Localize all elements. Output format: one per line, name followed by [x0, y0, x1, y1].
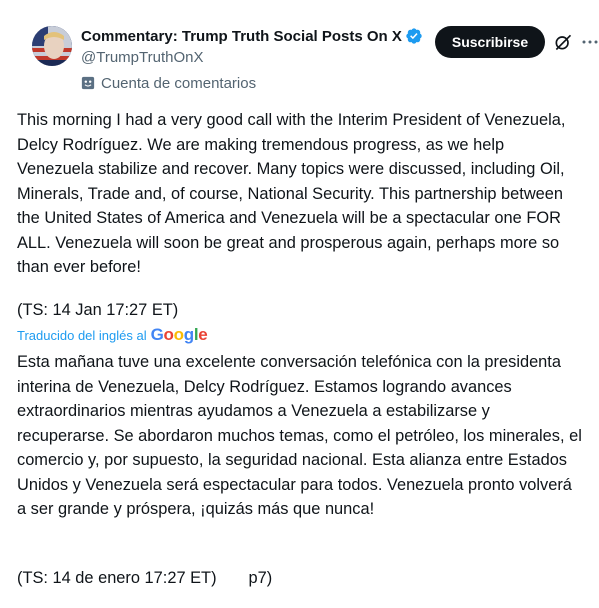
- google-logo-letter: G: [150, 325, 164, 344]
- subscribe-button[interactable]: Suscribirse: [435, 26, 545, 58]
- translation-note[interactable]: Traducido del inglés al Google: [17, 325, 208, 345]
- translated-timestamp: (TS: 14 de enero 17:27 ET): [17, 569, 217, 587]
- grok-icon[interactable]: [553, 32, 573, 52]
- post-container: Commentary: Trump Truth Social Posts On …: [0, 0, 599, 608]
- author-identity: Commentary: Trump Truth Social Posts On …: [81, 26, 423, 93]
- page-tag: p7): [248, 569, 273, 587]
- post-text-original: This morning I had a very good call with…: [17, 111, 566, 276]
- handle[interactable]: @TrumpTruthOnX: [81, 48, 423, 68]
- google-logo: Google: [151, 325, 208, 345]
- display-name[interactable]: Commentary: Trump Truth Social Posts On …: [81, 28, 402, 45]
- post-text-translated: Esta mañana tuve una excelente conversac…: [17, 353, 582, 518]
- avatar[interactable]: [32, 26, 72, 66]
- avatar-image: [32, 26, 72, 66]
- more-options-icon[interactable]: [581, 32, 599, 52]
- translation-note-text: Traducido del inglés al: [17, 327, 147, 343]
- post-header: Commentary: Trump Truth Social Posts On …: [16, 0, 598, 100]
- google-logo-letter: g: [183, 325, 194, 344]
- google-logo-letter: o: [163, 325, 174, 344]
- google-logo-letter: e: [198, 325, 208, 344]
- translated-timestamp-row: (TS: 14 de enero 17:27 ET) p7): [17, 566, 583, 591]
- original-timestamp: (TS: 14 Jan 17:27 ET): [17, 301, 179, 319]
- google-logo-letter: o: [173, 325, 184, 344]
- name-row: Commentary: Trump Truth Social Posts On …: [81, 26, 423, 46]
- account-label-row: Cuenta de comentarios: [81, 73, 423, 93]
- verified-badge-icon[interactable]: [405, 27, 423, 45]
- mask-icon: [81, 76, 95, 90]
- account-label: Cuenta de comentarios: [101, 74, 257, 92]
